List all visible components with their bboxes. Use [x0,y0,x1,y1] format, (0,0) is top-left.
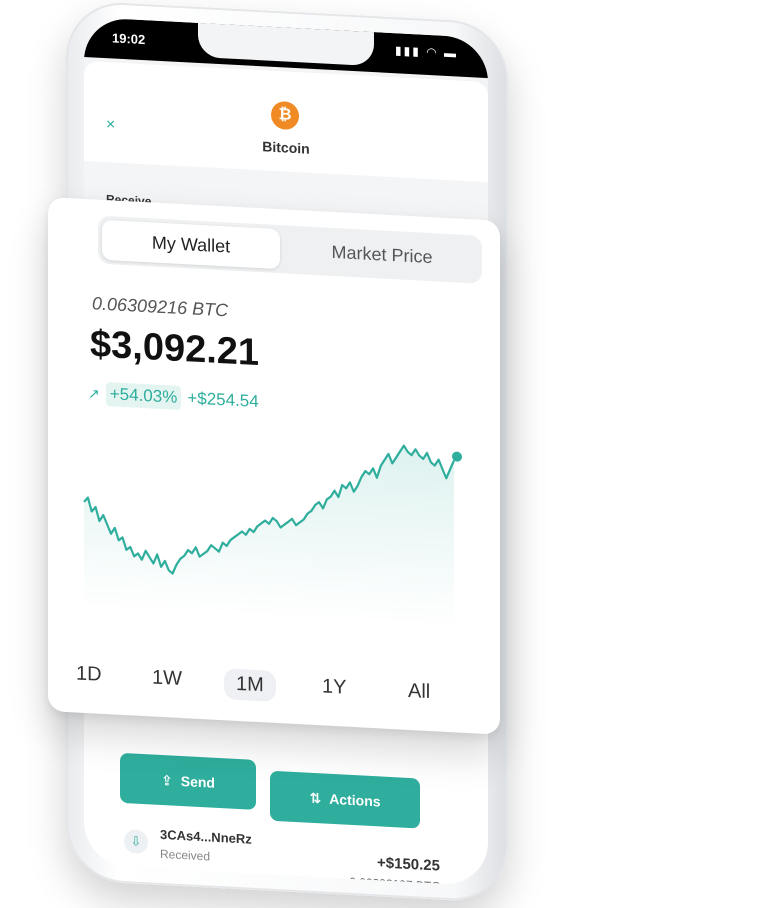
change-percent: +54.03% [105,382,182,410]
change-indicator: ↗ +54.03% +$254.54 [88,381,259,414]
price-chart[interactable] [74,418,474,629]
send-label: Send [180,773,215,791]
transaction-row[interactable]: ⇩ 3CAs4...NneRz Received +$150.25 +0.003… [120,823,460,886]
usd-balance: $3,092.21 [90,323,260,375]
actions-label: Actions [329,790,381,810]
transaction-amount-usd: +$150.25 [377,854,440,875]
range-1m[interactable]: 1M [224,668,276,702]
range-all[interactable]: All [408,680,430,704]
action-buttons: ⇪ Send ⇅ Actions [84,751,488,829]
transaction-status: Received [160,846,211,864]
download-icon: ⇩ [124,829,148,855]
wallet-tabs: My Wallet Market Price [98,215,482,284]
chart-area [84,445,454,629]
swap-icon: ⇅ [309,789,322,806]
actions-button[interactable]: ⇅ Actions [270,770,420,829]
range-1w[interactable]: 1W [152,666,182,691]
change-amount: +$254.54 [187,388,259,412]
time-range-selector: 1D 1W 1M 1Y All [68,662,488,724]
trend-up-icon: ↗ [88,384,100,402]
transaction-amount-btc: +0.00302107 BTC [342,874,440,887]
status-time: 19:02 [112,30,146,48]
tab-my-wallet[interactable]: My Wallet [102,219,280,270]
bitcoin-icon: ₿ [271,100,299,131]
upload-icon: ⇪ [161,771,173,789]
notch [198,22,374,67]
sheet-title: Bitcoin [262,138,310,157]
range-1d[interactable]: 1D [76,662,102,686]
range-1y[interactable]: 1Y [322,675,346,699]
transaction-address: 3CAs4...NneRz [160,826,252,847]
wallet-card: My Wallet Market Price 0.06309216 BTC $3… [48,197,500,735]
send-button[interactable]: ⇪ Send [120,752,256,810]
btc-balance: 0.06309216 BTC [92,293,229,321]
status-icons: ▮▮▮ ◠ ▬ [395,43,458,61]
tab-market-price[interactable]: Market Price [286,229,478,279]
home-indicator[interactable] [224,882,348,887]
